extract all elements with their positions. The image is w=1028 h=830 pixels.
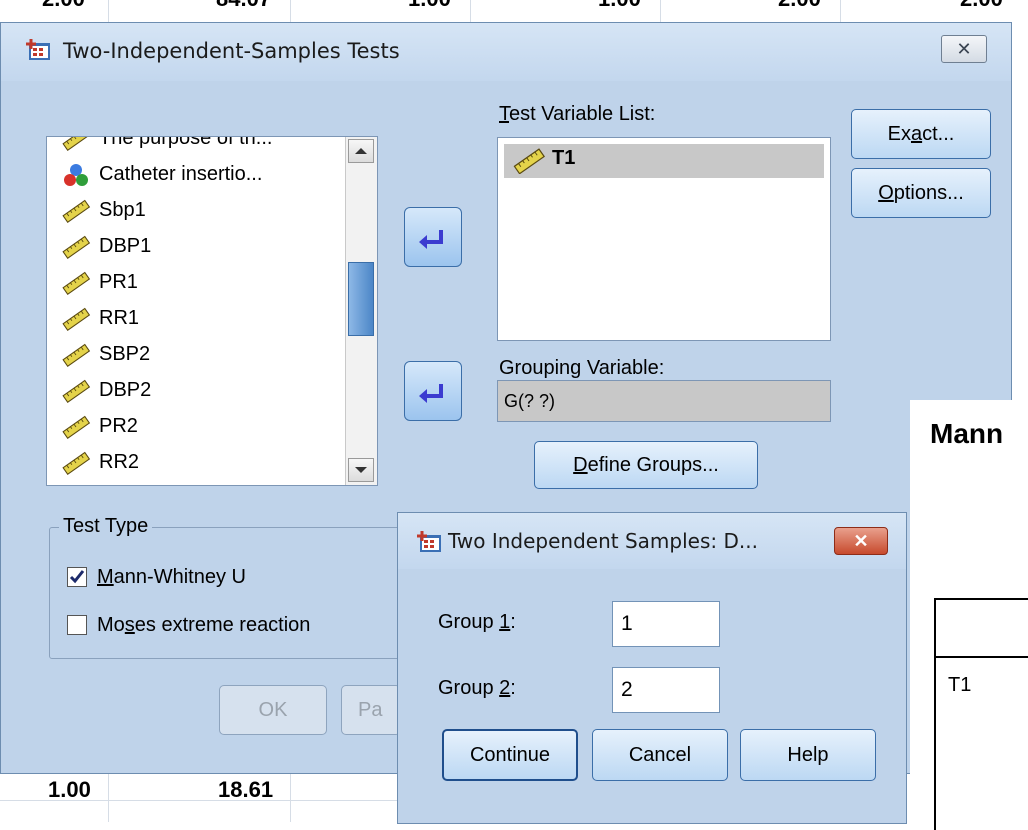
output-row-label: T1: [948, 674, 972, 696]
grouping-variable-field[interactable]: G(? ?): [497, 380, 831, 422]
test-type-title: Test Type: [59, 515, 153, 538]
variable-list-item[interactable]: SBP2: [61, 339, 150, 369]
variable-label: RR1: [99, 307, 140, 329]
checkmark-icon: [69, 570, 85, 584]
variable-label: The purpose of th...: [99, 136, 273, 149]
close-icon: ✕: [853, 531, 869, 551]
group2-input[interactable]: 2: [612, 667, 720, 713]
ruler-icon: [61, 415, 91, 439]
options-button[interactable]: Options...: [851, 168, 991, 218]
variable-list-item[interactable]: DBP2: [61, 375, 151, 405]
ruler-icon: [61, 137, 91, 151]
ruler-icon: [61, 199, 91, 223]
define-groups-button[interactable]: Define Groups...: [534, 441, 758, 489]
grouping-variable-value: G(? ?): [504, 391, 556, 411]
variable-label: DBP1: [99, 235, 152, 257]
variable-label: RR2: [99, 451, 140, 473]
paste-button[interactable]: Pa: [341, 685, 401, 735]
move-to-test-list-button[interactable]: [404, 207, 462, 267]
variable-list-item[interactable]: The purpose of th...: [61, 136, 273, 153]
variable-label: SBP2: [99, 343, 151, 365]
output-viewer: Mann T1: [910, 400, 1028, 830]
mann-whitney-checkbox[interactable]: [67, 567, 87, 587]
variable-label: DBP2: [99, 379, 152, 401]
help-button[interactable]: Help: [740, 729, 876, 781]
moses-label: Moses extreme reaction: [97, 614, 311, 636]
close-button[interactable]: ✕: [941, 35, 987, 63]
variable-label: Sbp1: [99, 199, 146, 221]
output-heading: Mann: [930, 418, 1004, 449]
variable-list-item[interactable]: RR2: [61, 447, 139, 477]
subdialog-close-button[interactable]: ✕: [834, 527, 888, 555]
ruler-icon: [61, 307, 91, 331]
variable-list-item[interactable]: RR1: [61, 303, 139, 333]
variable-list-item[interactable]: PR2: [61, 411, 138, 441]
ruler-icon: [61, 451, 91, 475]
define-groups-dialog: Two Independent Samples: D... ✕ Group 1:…: [397, 512, 907, 824]
variable-label: Catheter insertio...: [99, 163, 263, 185]
scroll-thumb[interactable]: [348, 262, 374, 336]
moses-checkbox[interactable]: [67, 615, 87, 635]
spss-app-icon: [26, 39, 50, 60]
grouping-variable-label: Grouping Variable:: [499, 357, 665, 379]
ok-button[interactable]: OK: [219, 685, 327, 735]
ruler-icon: [61, 235, 91, 259]
variable-label: PR2: [99, 415, 138, 437]
move-to-grouping-button[interactable]: [404, 361, 462, 421]
exact-button[interactable]: Exact...: [851, 109, 991, 159]
test-variable-list[interactable]: T1: [497, 137, 831, 341]
nominal-icon: [61, 163, 91, 187]
group2-label: Group 2:: [438, 677, 516, 699]
scroll-down-icon: [355, 467, 367, 473]
scroll-up-button[interactable]: [348, 139, 374, 163]
variable-list-item[interactable]: PR1: [61, 267, 138, 297]
subdialog-title: Two Independent Samples: D...: [448, 529, 758, 553]
return-arrow-icon: [419, 230, 443, 249]
subdialog-titlebar: Two Independent Samples: D... ✕: [398, 513, 906, 569]
dialog-title: Two-Independent-Samples Tests: [63, 39, 400, 63]
test-variable-list-label: Test Variable List:: [499, 103, 656, 125]
cell-top-4: 1.00: [598, 0, 641, 12]
continue-button[interactable]: Continue: [442, 729, 578, 781]
close-icon: ✕: [956, 39, 972, 59]
cell-bottom-2: 18.61: [218, 777, 274, 802]
ruler-icon: [61, 343, 91, 367]
cell-top-1: 2.00: [42, 0, 85, 12]
variable-list-scrollbar[interactable]: [345, 137, 377, 485]
cell-top-3: 1.00: [408, 0, 451, 12]
variable-label: PR1: [99, 271, 138, 293]
source-variable-list[interactable]: The purpose of th... Catheter insertio...…: [46, 136, 378, 486]
cell-bottom-1: 1.00: [48, 777, 91, 802]
variable-list-item[interactable]: DBP1: [61, 231, 151, 261]
variable-list-item[interactable]: Catheter insertio...: [61, 159, 262, 189]
test-type-groupbox: [49, 527, 451, 659]
ruler-icon: [61, 271, 91, 295]
cancel-button[interactable]: Cancel: [592, 729, 728, 781]
ruler-icon: [61, 379, 91, 403]
cell-top-6: 2.00: [960, 0, 1003, 12]
variable-list-item[interactable]: Sbp1: [61, 195, 146, 225]
group1-input[interactable]: 1: [612, 601, 720, 647]
scroll-up-icon: [355, 148, 367, 154]
group1-label: Group 1:: [438, 611, 516, 633]
ruler-icon: [513, 148, 545, 174]
cell-top-2: 84.07: [216, 0, 271, 12]
return-arrow-icon: [419, 384, 443, 403]
dialog-titlebar: Two-Independent-Samples Tests ✕: [1, 23, 1011, 81]
spss-app-icon: [417, 531, 441, 552]
test-variable-item-t1[interactable]: T1: [504, 144, 824, 178]
output-table: T1: [934, 598, 1028, 830]
test-variable-label: T1: [552, 147, 576, 169]
mann-whitney-label: Mann-Whitney U: [97, 566, 246, 588]
cell-top-5: 2.00: [778, 0, 821, 12]
scroll-down-button[interactable]: [348, 458, 374, 482]
